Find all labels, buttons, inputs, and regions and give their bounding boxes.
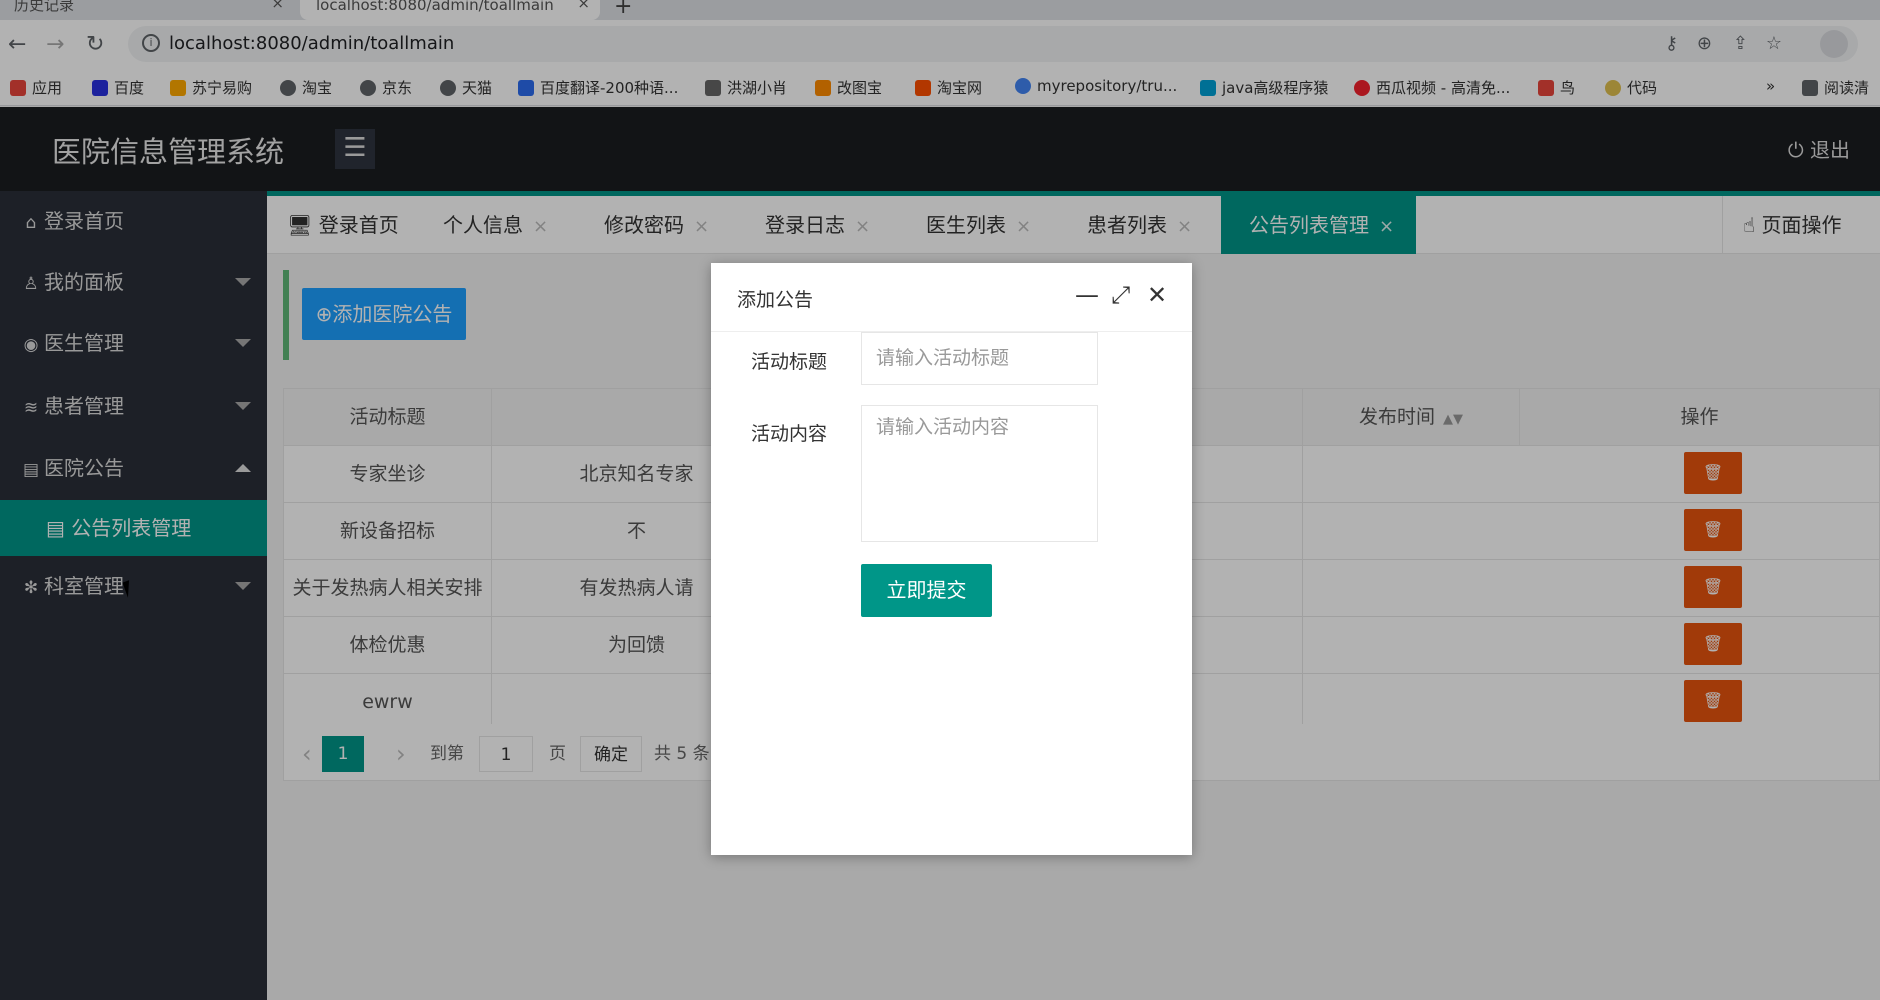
dialog-title: 添加公告 [737,289,814,311]
content-label: 活动内容 [751,423,828,445]
add-notice-dialog: 添加公告 — ⤢ ✕ 活动标题 请输入活动标题 活动内容 请输入活动内容 立即提… [711,263,1192,855]
minimize-icon[interactable]: — [1075,281,1099,309]
close-icon[interactable]: ✕ [1147,281,1167,309]
dialog-header: 添加公告 — ⤢ ✕ [711,263,1192,332]
maximize-icon[interactable]: ⤢ [1111,281,1130,309]
content-textarea[interactable]: 请输入活动内容 [861,405,1098,542]
title-label: 活动标题 [751,351,828,373]
title-input[interactable]: 请输入活动标题 [861,332,1098,385]
submit-button[interactable]: 立即提交 [861,564,992,617]
